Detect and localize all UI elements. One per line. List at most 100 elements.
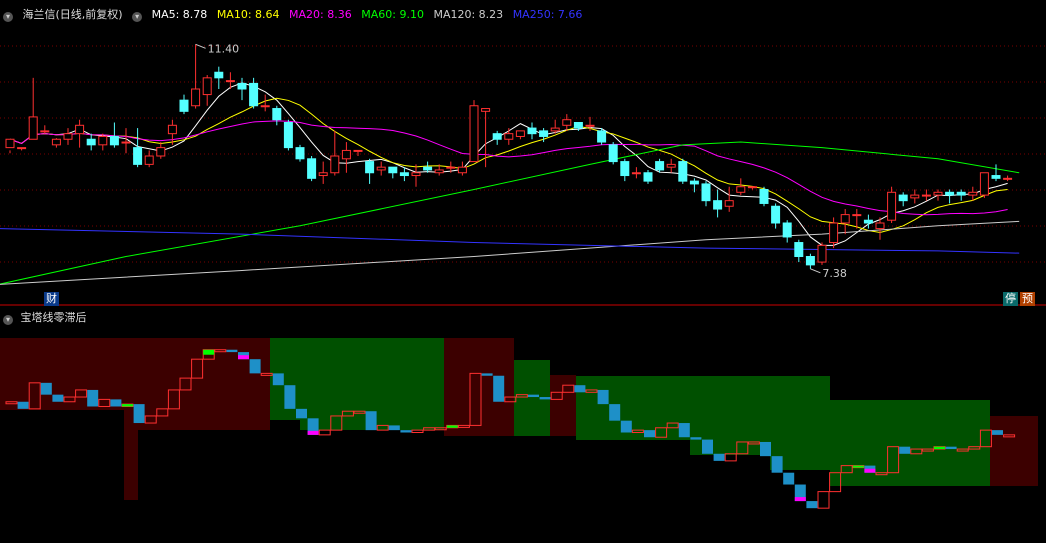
candle-body: [423, 166, 433, 171]
candle-body: [260, 105, 270, 108]
candle: [689, 178, 699, 193]
tower-bar: [365, 411, 377, 431]
candle: [295, 144, 305, 162]
tower-bar: [272, 373, 284, 386]
candle-body: [249, 82, 259, 107]
tower-bar: [17, 401, 29, 409]
stop-badge[interactable]: 停: [1003, 292, 1018, 306]
candle-body: [747, 186, 757, 189]
tower-bar: [806, 501, 818, 509]
tower-bar: [226, 349, 238, 353]
preview-badge[interactable]: 预: [1020, 292, 1035, 306]
candle-body: [75, 124, 85, 135]
candle: [620, 158, 630, 182]
tower-bar-down: [899, 446, 911, 454]
candle: [898, 192, 908, 207]
candle-body: [144, 155, 154, 165]
candle: [237, 77, 247, 101]
tower-bar: [87, 389, 99, 407]
candle: [109, 122, 119, 148]
candle: [307, 156, 317, 182]
candle-body: [852, 214, 862, 217]
tower-bar-accent: [307, 430, 319, 435]
candle: [643, 169, 653, 184]
candle: [597, 128, 607, 145]
sub-collapse-icon[interactable]: ▾: [3, 315, 13, 325]
tower-bar: [493, 375, 505, 402]
tower-zone: [40, 520, 60, 543]
chart-canvas[interactable]: 11.40 7.38: [0, 0, 1046, 543]
candle-body: [863, 219, 873, 224]
candle-body: [469, 105, 479, 163]
candle-body: [898, 194, 908, 202]
candle: [388, 166, 398, 179]
candle-body: [585, 124, 595, 127]
candle: [736, 178, 746, 196]
tower-bar-down: [272, 373, 284, 386]
candle: [214, 66, 224, 89]
tower-bar-accent: [794, 497, 806, 502]
candle: [179, 94, 189, 115]
candle-body: [109, 135, 119, 146]
candle: [782, 220, 792, 243]
candle: [481, 108, 491, 168]
tower-bar: [864, 465, 876, 473]
candle-body: [921, 194, 931, 197]
tower-bar-down: [52, 394, 64, 402]
candle-body: [573, 122, 583, 129]
candle: [933, 189, 943, 201]
candle: [910, 189, 920, 204]
candle: [921, 189, 931, 201]
candle-body: [330, 155, 340, 174]
candle-body: [805, 256, 815, 266]
candle-body: [887, 191, 897, 221]
tower-bar-down: [539, 397, 551, 400]
candle: [747, 186, 757, 190]
candle-body: [550, 127, 560, 132]
candle-body: [782, 222, 792, 238]
candle: [945, 189, 955, 204]
collapse-icon[interactable]: ▾: [3, 12, 13, 22]
candle-body: [597, 130, 607, 143]
candle-body: [318, 172, 328, 177]
candle-body: [481, 108, 491, 112]
candle-body: [457, 166, 467, 174]
ma60-label: MA60: 9.10: [361, 8, 424, 21]
candle-body: [968, 191, 978, 196]
tower-bar-down: [481, 373, 493, 376]
candle: [17, 147, 27, 151]
candle: [492, 130, 502, 145]
candle: [191, 44, 201, 109]
tower-bar: [760, 441, 771, 457]
tower-zone: [80, 510, 100, 543]
candle-body: [539, 130, 549, 137]
tower-bar: [307, 418, 319, 435]
tower-bar: [528, 394, 539, 398]
finance-badge[interactable]: 财: [44, 292, 59, 306]
candle: [678, 158, 688, 184]
candle-body: [840, 214, 850, 224]
candle-body: [724, 200, 734, 207]
tower-bar-accent: [446, 425, 458, 428]
candle: [202, 75, 212, 106]
candle-body: [5, 138, 15, 149]
candle: [968, 186, 978, 201]
candle-body: [527, 127, 537, 135]
candle-body: [910, 194, 920, 199]
high-marker-label: 11.40: [208, 42, 240, 55]
candle-body: [17, 147, 27, 150]
tower-bar-down: [690, 437, 702, 440]
indicator-menu-icon[interactable]: ▾: [132, 12, 143, 22]
candle-body: [434, 169, 444, 174]
tower-bar-up: [817, 491, 830, 509]
candle-body: [829, 222, 839, 244]
candle-body: [515, 130, 525, 137]
candle: [376, 161, 386, 176]
tower-bar-down: [771, 456, 783, 473]
candle: [852, 209, 862, 229]
tower-bar-down: [760, 441, 771, 457]
candle: [504, 128, 514, 145]
candle-body: [794, 242, 804, 258]
tower-bar-up: [318, 429, 331, 436]
tower-bar: [318, 429, 331, 436]
